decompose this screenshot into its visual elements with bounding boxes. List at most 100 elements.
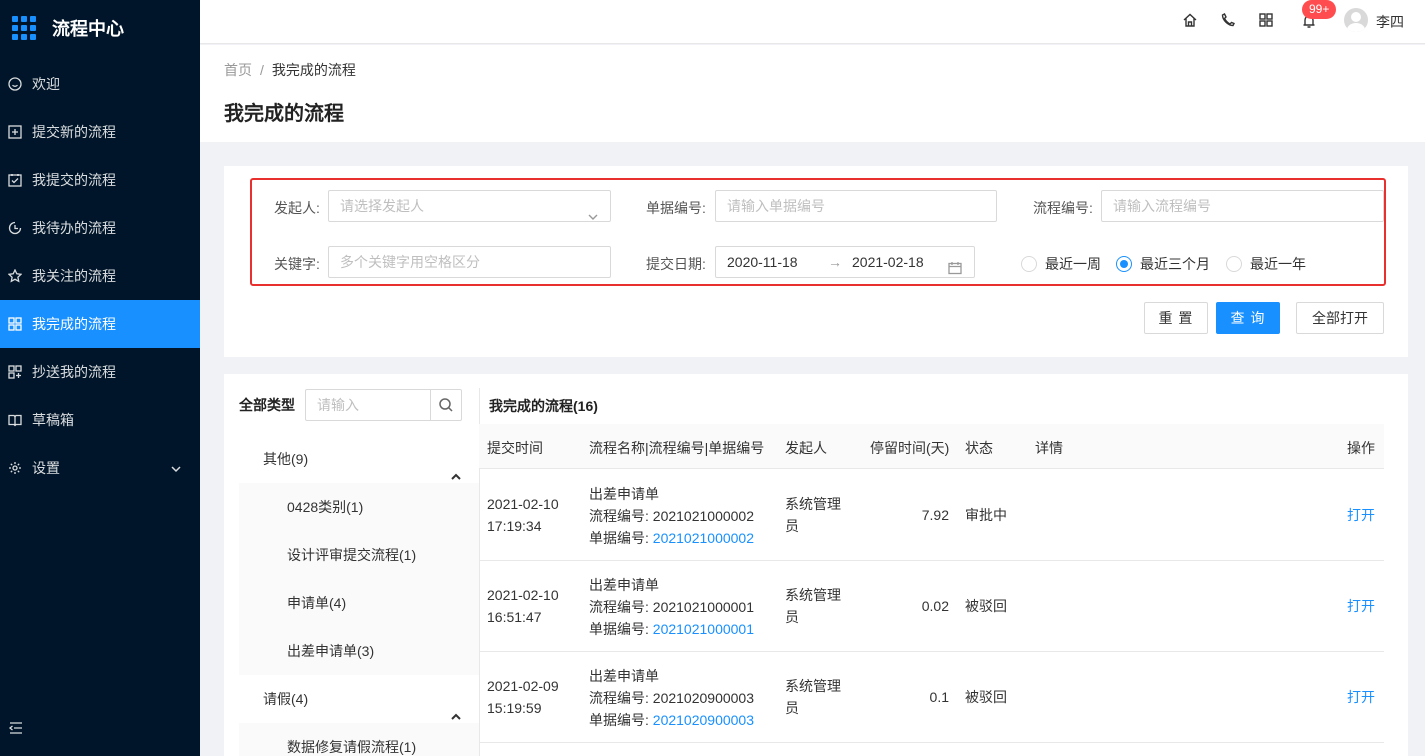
sidebar-item-my-submitted[interactable]: 我提交的流程 (0, 156, 200, 204)
keyword-placeholder: 多个关键字用空格区分 (340, 254, 480, 270)
status-cell: 被驳回 (965, 598, 1007, 614)
sidebar-item-drafts[interactable]: 草稿箱 (0, 396, 200, 444)
initiator-line-1: 系统管理 (785, 587, 841, 603)
book-icon (8, 413, 22, 427)
initiator-select[interactable]: 请选择发起人 (328, 190, 611, 222)
open-link[interactable]: 打开 (1347, 596, 1375, 616)
chevron-down-icon (170, 462, 182, 474)
open-link[interactable]: 打开 (1347, 505, 1375, 525)
submit-time-cell: 2021-02-10 16:51:47 (487, 584, 559, 628)
radio-circle (1226, 256, 1242, 272)
range-last-year[interactable]: 最近一年 (1226, 254, 1306, 274)
tree-leaf-label: 0428类别(1) (287, 499, 364, 515)
gear-icon (8, 461, 22, 475)
initiator-label: 发起人: (274, 200, 320, 216)
open-link[interactable]: 打开 (1347, 687, 1375, 707)
page-header: 首页 / 我完成的流程 我完成的流程 (200, 45, 1425, 142)
form-no-placeholder: 请输入单据编号 (727, 198, 825, 214)
status-cell: 审批中 (965, 507, 1007, 523)
avatar[interactable] (1344, 8, 1368, 32)
list-panel: 全部类型 请输入 其他(9) 0428类别(1) 设计评审提交流程(1) 申请单… (224, 374, 1408, 756)
phone-icon[interactable] (1220, 12, 1236, 28)
table-title: 我完成的流程(16) (489, 398, 598, 414)
app-title: 流程中心 (52, 19, 124, 39)
tree-group-label: 请假(4) (263, 691, 309, 707)
form-no-link[interactable]: 2021021000001 (653, 621, 754, 637)
col-flow-name: 流程名称|流程编号|单据编号 (589, 440, 765, 456)
appstore-icon[interactable] (1258, 12, 1274, 28)
tree-leaf[interactable]: 出差申请单(3) (239, 627, 479, 675)
smile-icon (8, 77, 22, 91)
sidebar-item-label: 我完成的流程 (32, 316, 116, 332)
flow-no-line: 流程编号: 2021021000002 (589, 505, 754, 527)
flow-no-prefix: 流程编号: (589, 599, 653, 615)
flow-no: 2021021000001 (652, 599, 755, 615)
initiator-line-1: 系统管理 (785, 496, 841, 512)
col-initiator: 发起人 (785, 440, 827, 456)
initiator-cell: 系统管理 员 (785, 675, 841, 719)
sidebar-item-welcome[interactable]: 欢迎 (0, 60, 200, 108)
sidebar-item-settings[interactable]: 设置 (0, 444, 200, 492)
chevron-up-icon[interactable] (451, 453, 461, 480)
tree-group-other[interactable]: 其他(9) (239, 435, 479, 483)
submit-date: 2021-02-10 (487, 587, 559, 603)
query-button[interactable]: 查 询 (1216, 302, 1280, 334)
sidebar: 流程中心 欢迎 提交新的流程 我提交的流程 我待办的流程 我关注的流程 我完成的… (0, 0, 200, 756)
stay-days-cell: 0.1 (929, 689, 949, 705)
reset-button[interactable]: 重 置 (1144, 302, 1208, 334)
sidebar-item-label: 我关注的流程 (32, 268, 116, 284)
chevron-up-icon[interactable] (451, 693, 461, 720)
form-no-input[interactable]: 请输入单据编号 (715, 190, 997, 222)
tree-leaf-label: 设计评审提交流程(1) (287, 547, 417, 563)
col-submit-time: 提交时间 (487, 440, 543, 456)
sidebar-item-my-completed[interactable]: 我完成的流程 (0, 300, 200, 348)
keyword-input[interactable]: 多个关键字用空格区分 (328, 246, 611, 278)
breadcrumb-home[interactable]: 首页 (224, 62, 252, 78)
date-start[interactable]: 2020-11-18 (727, 247, 798, 277)
date-range-picker[interactable]: 2020-11-18 → 2021-02-18 (715, 246, 975, 278)
tree-group-label: 其他(9) (263, 451, 309, 467)
sidebar-item-my-todo[interactable]: 我待办的流程 (0, 204, 200, 252)
open-all-button[interactable]: 全部打开 (1296, 302, 1384, 334)
flow-no-input[interactable]: 请输入流程编号 (1101, 190, 1384, 222)
date-arrow: → (828, 254, 842, 270)
breadcrumb-current: 我完成的流程 (271, 62, 356, 78)
tree-leaf[interactable]: 0428类别(1) (239, 483, 479, 531)
flow-name: 出差申请单 (589, 668, 659, 684)
range-last-three-months[interactable]: 最近三个月 (1116, 254, 1210, 274)
radio-label: 最近一周 (1045, 256, 1101, 272)
check-square-icon (8, 173, 22, 187)
col-status: 状态 (965, 440, 993, 456)
submit-time-cell: 2021-02-09 15:19:59 (487, 675, 559, 719)
form-no-link[interactable]: 2021021000002 (653, 530, 754, 546)
user-name[interactable]: 李四 (1376, 12, 1404, 32)
flow-no-label: 流程编号: (1033, 200, 1093, 216)
radio-label: 最近三个月 (1140, 256, 1210, 272)
flow-no-prefix: 流程编号: (589, 690, 653, 706)
tree-leaf[interactable]: 数据修复请假流程(1) (239, 723, 479, 756)
search-icon[interactable] (430, 390, 461, 420)
date-end[interactable]: 2021-02-18 (852, 247, 924, 277)
submit-date: 2021-02-09 (487, 678, 559, 694)
home-icon[interactable] (1182, 12, 1198, 28)
submit-clock: 16:51:47 (487, 609, 542, 625)
flow-info-cell: 出差申请单 流程编号: 2021021000001 单据编号: 20210210… (589, 574, 754, 640)
sidebar-item-submit-new[interactable]: 提交新的流程 (0, 108, 200, 156)
tree-leaf[interactable]: 设计评审提交流程(1) (239, 531, 479, 579)
stay-days-cell: 0.02 (921, 598, 949, 614)
flow-no: 2021020900003 (652, 690, 755, 706)
flow-no: 2021021000002 (652, 508, 755, 524)
sidebar-item-my-followed[interactable]: 我关注的流程 (0, 252, 200, 300)
tree-leaf[interactable]: 申请单(4) (239, 579, 479, 627)
tree-group-leave[interactable]: 请假(4) (239, 675, 479, 723)
star-icon (8, 269, 22, 283)
menu-fold-icon[interactable] (8, 720, 24, 736)
tree-search-input[interactable]: 请输入 (305, 389, 462, 421)
copy-icon (8, 365, 22, 379)
submit-time-cell: 2021-02-10 17:19:34 (487, 493, 559, 537)
range-last-week[interactable]: 最近一周 (1021, 254, 1101, 274)
flow-no-line: 流程编号: 2021020900003 (589, 687, 754, 709)
initiator-line-2: 员 (785, 518, 799, 534)
form-no-link[interactable]: 2021020900003 (653, 712, 754, 728)
sidebar-item-cc-me[interactable]: 抄送我的流程 (0, 348, 200, 396)
